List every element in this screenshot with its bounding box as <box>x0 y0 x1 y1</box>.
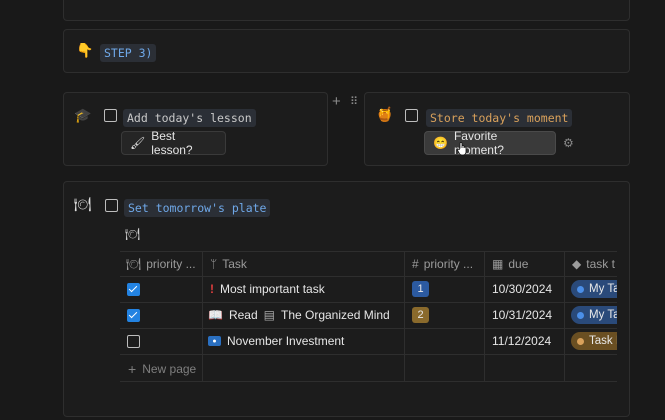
priority-badge: 2 <box>412 307 429 323</box>
type-cell[interactable]: My Ta <box>571 276 617 302</box>
best-lesson-button-label: Best lesson? <box>151 129 193 157</box>
lesson-card: 🎓 Add today's lesson 🖌 Best lesson? <box>63 92 328 166</box>
plate-col-icon: 🍽 <box>126 257 142 271</box>
col-task-type[interactable]: ◆ task t <box>572 252 617 276</box>
moment-card: 🍯 Store today's moment 😁 Favorite moment… <box>364 92 630 166</box>
task-cell[interactable]: ! Most important task <box>210 276 402 302</box>
lesson-checkbox[interactable] <box>104 109 117 122</box>
pointing-down-icon: 👇 <box>76 42 94 58</box>
type-cell[interactable]: My Ta <box>571 302 617 328</box>
type-pill: My Ta <box>571 306 617 324</box>
task-cell[interactable]: ● November Investment <box>208 328 402 354</box>
gear-icon[interactable]: ⚙ <box>563 136 574 150</box>
task-prefix: Read <box>228 308 258 322</box>
graduation-cap-icon: 🎓 <box>74 107 92 123</box>
row-checkbox[interactable] <box>127 309 140 322</box>
type-pill: My Ta <box>571 280 617 298</box>
tag-icon: ◆ <box>572 257 582 271</box>
exclamation-icon: ! <box>210 282 214 296</box>
col-due[interactable]: ▦ due <box>492 252 562 276</box>
plus-icon: + <box>128 361 137 377</box>
type-cell[interactable]: Task I <box>571 328 617 354</box>
due-cell[interactable]: 11/12/2024 <box>492 328 562 354</box>
type-dot <box>577 337 584 345</box>
favorite-moment-button[interactable]: 😁 Favorite moment? <box>424 129 556 157</box>
lesson-label: Add today's lesson <box>123 109 256 127</box>
type-dot <box>577 285 584 293</box>
col-priority-2[interactable]: # priority ... <box>412 252 482 276</box>
row-border <box>120 354 617 355</box>
eye-icon: ● <box>208 336 221 346</box>
brush-icon: 🖌 <box>130 136 146 150</box>
type-pill: Task I <box>571 332 617 350</box>
task-title: Most important task <box>220 282 325 296</box>
drag-handle-icon[interactable]: ⠿ <box>350 95 358 108</box>
priority-badge: 1 <box>412 281 429 297</box>
new-page-button[interactable]: + New page <box>128 356 248 382</box>
hash-icon: # <box>412 257 419 271</box>
due-cell[interactable]: 10/30/2024 <box>492 276 562 302</box>
col-task[interactable]: ᛘ Task <box>210 252 400 276</box>
row-checkbox[interactable] <box>127 283 140 296</box>
type-dot <box>577 311 584 319</box>
calendar-icon: ▦ <box>492 257 504 271</box>
task-cell[interactable]: 📖 Read ▤ The Organized Mind <box>208 302 402 328</box>
task-title: The Organized Mind <box>280 308 390 322</box>
task-title: November Investment <box>227 334 345 348</box>
table-bottom-border <box>120 381 617 382</box>
plate-label: Set tomorrow's plate <box>124 199 271 217</box>
honey-pot-icon: 🍯 <box>376 106 394 122</box>
due-cell[interactable]: 10/31/2024 <box>492 302 562 328</box>
step-label: STEP 3) <box>100 44 157 62</box>
open-book-icon: 📖 <box>208 308 223 322</box>
fork-icon: ᛘ <box>210 257 218 271</box>
step-card: 👇 STEP 3) <box>63 29 630 73</box>
col-divider <box>484 251 485 381</box>
priority-cell[interactable]: 2 <box>412 302 482 328</box>
plate-icon: 🍽 <box>74 196 92 212</box>
col-divider <box>564 251 565 381</box>
top-card <box>63 0 630 21</box>
moment-checkbox[interactable] <box>405 109 418 122</box>
col-divider <box>404 251 405 381</box>
grinning-face-icon: 😁 <box>433 136 448 150</box>
view-plate-icon[interactable]: 🍽 <box>125 227 140 241</box>
hand-cursor-icon <box>457 142 467 156</box>
moment-label: Store today's moment <box>426 109 573 127</box>
add-block-icon[interactable]: + <box>332 93 341 110</box>
row-checkbox[interactable] <box>127 335 140 348</box>
priority-cell[interactable]: 1 <box>412 276 482 302</box>
page-icon: ▤ <box>263 308 275 322</box>
best-lesson-button[interactable]: 🖌 Best lesson? <box>121 129 226 157</box>
col-priority-1[interactable]: 🍽 priority ... <box>126 252 200 276</box>
plate-checkbox[interactable] <box>105 199 118 212</box>
